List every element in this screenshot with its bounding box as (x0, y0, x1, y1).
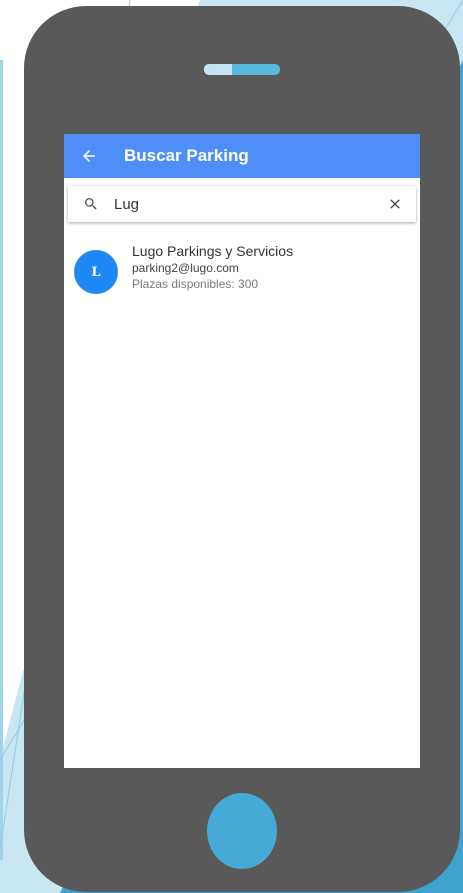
home-button[interactable] (207, 793, 277, 869)
page-title: Buscar Parking (124, 146, 249, 165)
parking-available-spaces: Plazas disponibles: 300 (132, 277, 259, 291)
phone-speaker (204, 64, 280, 75)
list-item[interactable]: L Lugo Parkings y Servicios parking2@lug… (64, 240, 420, 310)
phone-screen: Buscar Parking L Lugo Parkings y Servici… (64, 134, 420, 768)
search-icon (82, 195, 100, 213)
search-input[interactable] (114, 192, 386, 216)
app-bar: Buscar Parking (64, 134, 420, 178)
list-item-text: Lugo Parkings y Servicios parking2@lugo.… (132, 242, 293, 292)
phone-frame: Buscar Parking L Lugo Parkings y Servici… (24, 6, 460, 892)
search-bar (68, 186, 416, 222)
parking-name: Lugo Parkings y Servicios (132, 243, 294, 259)
close-icon[interactable] (386, 195, 404, 213)
avatar: L (74, 250, 118, 294)
parking-email: parking2@lugo.com (132, 261, 239, 275)
arrow-left-icon[interactable] (78, 145, 100, 167)
